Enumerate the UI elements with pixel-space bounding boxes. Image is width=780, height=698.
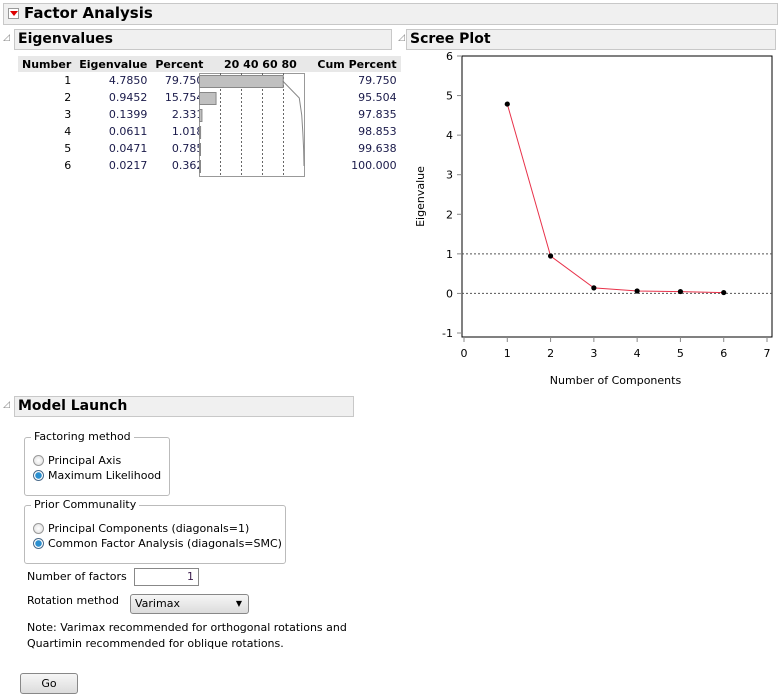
radio-principal-axis[interactable]: Principal Axis [33, 454, 121, 467]
radio-common-factor-analysis[interactable]: Common Factor Analysis (diagonals=SMC) [33, 537, 282, 550]
y-tick-label: 4 [446, 129, 453, 142]
y-tick-label: 0 [446, 287, 453, 300]
disclosure-icon[interactable]: ◿ [398, 33, 405, 43]
cell-cum: 95.504 [358, 91, 397, 104]
disclosure-icon[interactable]: ◿ [3, 400, 10, 410]
group-label: Prior Communality [31, 498, 140, 511]
y-tick-label: 5 [446, 90, 453, 103]
radio-maximum-likelihood[interactable]: Maximum Likelihood [33, 469, 161, 482]
prior-communality-group: Prior Communality Principal Components (… [24, 498, 286, 564]
factor-analysis-header: Factor Analysis [3, 3, 778, 25]
percent-bar [199, 143, 201, 156]
cell-number: 5 [64, 142, 72, 155]
cell-eigenvalue: 0.9452 [108, 91, 148, 104]
data-point [504, 101, 510, 107]
percent-bar [199, 160, 201, 173]
section-title: Eigenvalues [18, 31, 114, 47]
data-point [721, 289, 727, 296]
x-tick-label: 4 [634, 347, 641, 360]
rotation-method-label: Rotation method [27, 594, 119, 607]
cell-number: 1 [64, 74, 72, 87]
x-tick-label: 2 [547, 347, 554, 360]
cell-number: 4 [64, 125, 72, 138]
data-point [547, 253, 554, 259]
col-eigenvalue[interactable]: Eigenvalue [75, 56, 152, 72]
scree-plot: -1 0 1 2 3 4 5 6 0 1 2 3 4 5 6 7 Number of Components Eig… [414, 50, 773, 387]
radio-principal-components[interactable]: Principal Components (diagonals=1) [33, 522, 249, 535]
x-axis-label: Number of Components [550, 374, 682, 387]
scree-plot-header[interactable]: Scree Plot [406, 29, 776, 50]
y-tick-label: 3 [446, 169, 453, 182]
col-percent-bar: 20 40 60 80 [207, 56, 314, 72]
cell-cum: 97.835 [358, 108, 397, 121]
disclosure-icon[interactable]: ◿ [3, 33, 10, 43]
x-tick-label: 3 [590, 347, 597, 360]
y-tick-label: -1 [442, 327, 453, 340]
cell-cum: 79.750 [358, 74, 397, 87]
section-title: Scree Plot [410, 31, 491, 47]
data-point [634, 288, 640, 294]
y-tick-label: 6 [446, 50, 453, 63]
cell-cum: 100.000 [351, 159, 397, 172]
percent-bar [199, 75, 284, 88]
data-point [591, 285, 597, 291]
note-line-2: Quartimin recommended for oblique rotati… [27, 637, 284, 650]
number-of-factors-label: Number of factors [27, 570, 127, 583]
bar-frame [199, 73, 305, 177]
chevron-down-icon: ▼ [235, 599, 242, 608]
data-point [677, 288, 684, 295]
percent-bar [199, 126, 202, 139]
y-axis-label: Eigenvalue [414, 166, 427, 227]
x-tick-label: 7 [764, 347, 771, 360]
col-cum-percent[interactable]: Cum Percent [313, 56, 401, 72]
go-button[interactable]: Go [20, 673, 78, 694]
percent-bar [199, 109, 203, 122]
x-tick-label: 1 [504, 347, 511, 360]
cell-cum: 98.853 [358, 125, 397, 138]
note-line-1: Note: Varimax recommended for orthogonal… [27, 621, 347, 634]
x-tick-label: 6 [720, 347, 727, 360]
cell-cum: 99.638 [358, 142, 397, 155]
cell-number: 3 [64, 108, 72, 121]
cell-eigenvalue: 0.0217 [108, 159, 148, 172]
col-percent[interactable]: Percent [151, 56, 208, 72]
red-triangle-menu-icon[interactable] [8, 8, 19, 19]
y-tick-label: 2 [446, 208, 453, 221]
group-label: Factoring method [31, 430, 134, 443]
percent-bar [199, 92, 217, 105]
cell-eigenvalue: 0.1399 [108, 108, 148, 121]
section-title: Model Launch [18, 398, 128, 414]
model-launch-header[interactable]: Model Launch [14, 396, 354, 417]
x-tick-label: 0 [461, 347, 468, 360]
col-number[interactable]: Number [18, 56, 76, 72]
cell-eigenvalue: 4.7850 [108, 74, 148, 87]
x-tick-label: 5 [677, 347, 684, 360]
plot-frame [461, 55, 773, 338]
number-of-factors-input[interactable]: 1 [134, 568, 199, 586]
percent-bar-chart [199, 73, 305, 177]
cell-eigenvalue: 0.0471 [108, 142, 148, 155]
cell-number: 6 [64, 159, 72, 172]
eigenvalues-header[interactable]: Eigenvalues [14, 29, 392, 50]
cell-eigenvalue: 0.0611 [108, 125, 148, 138]
y-tick-label: 1 [446, 248, 453, 261]
report-title: Factor Analysis [24, 4, 153, 22]
cell-number: 2 [64, 91, 72, 104]
factoring-method-group: Factoring method Principal Axis Maximum … [24, 430, 170, 496]
rotation-method-select[interactable]: Varimax ▼ [130, 594, 249, 614]
